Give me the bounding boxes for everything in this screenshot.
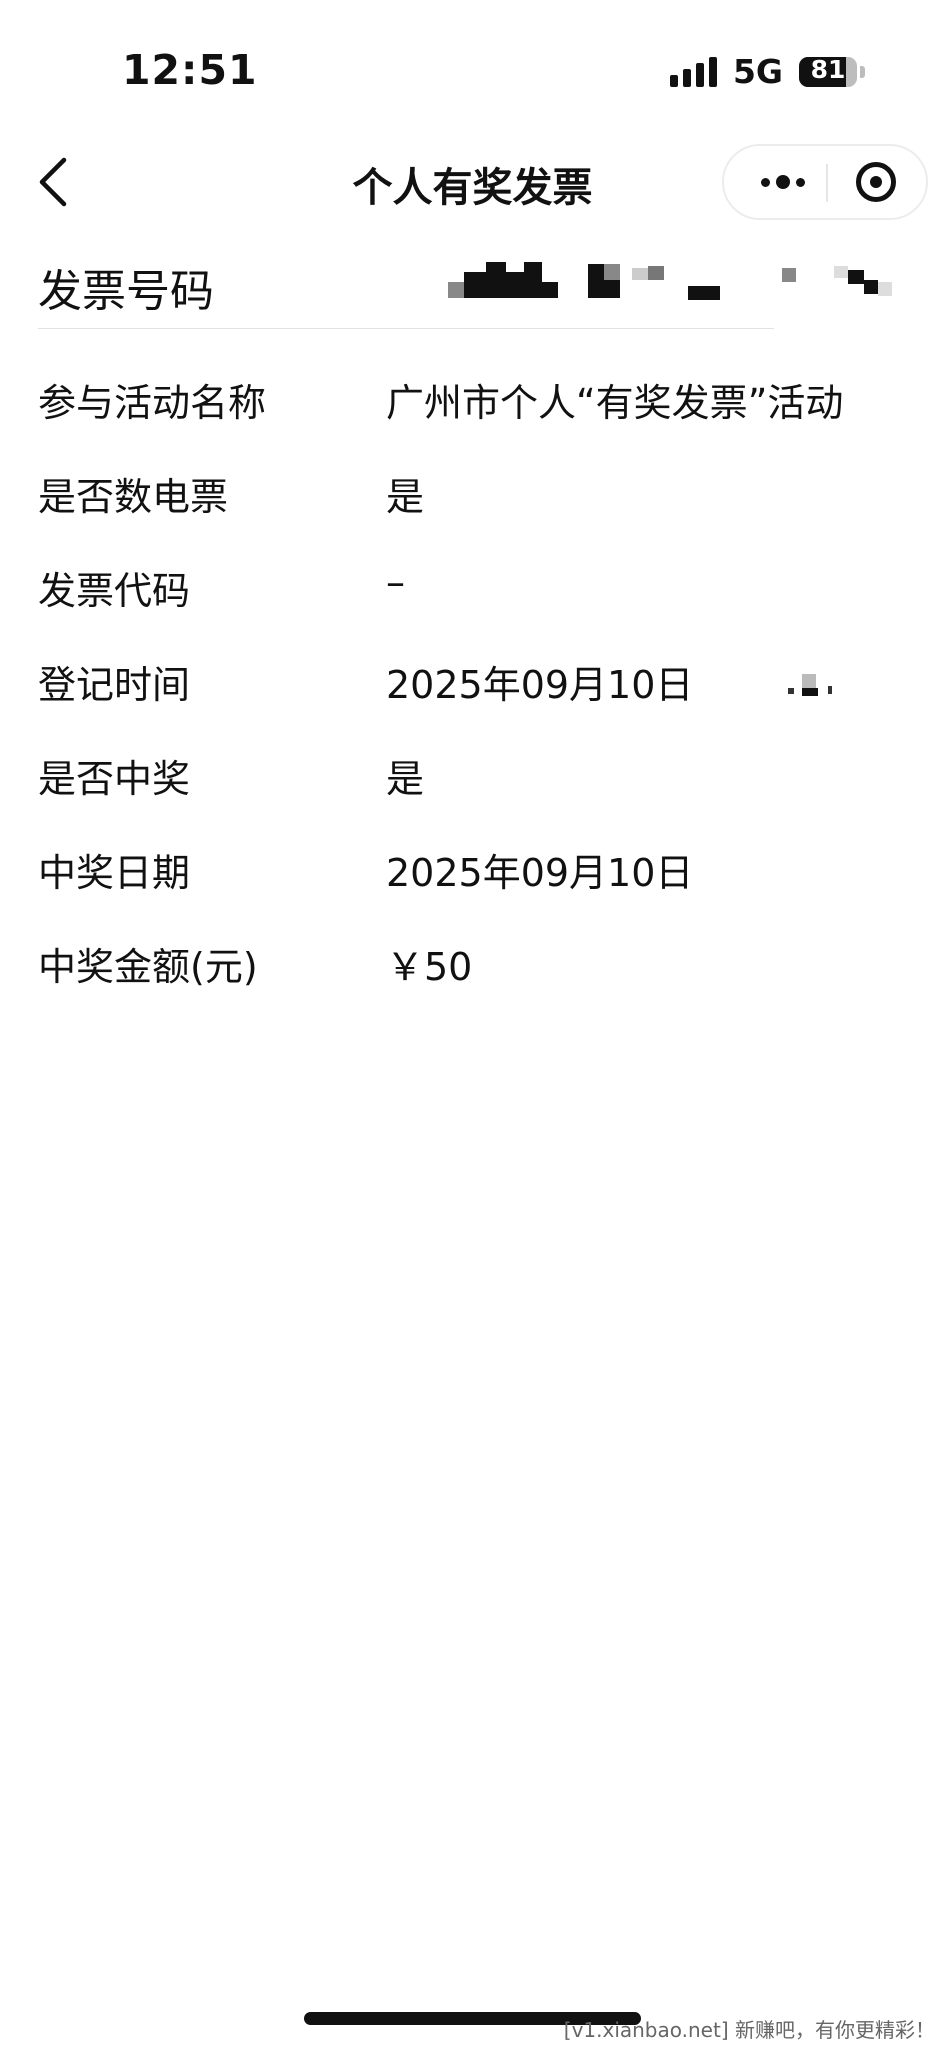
row-label: 发票代码 bbox=[38, 569, 191, 613]
row-label: 中奖日期 bbox=[38, 851, 191, 895]
battery-level: 81 bbox=[810, 56, 846, 84]
row-label: 参与活动名称 bbox=[38, 381, 267, 425]
invoice-number-label: 发票号码 bbox=[38, 266, 214, 317]
status-indicators: 5G 81 bbox=[669, 52, 865, 91]
watermark: [v1.xianbao.net] 新赚吧，有你更精彩！ bbox=[563, 2018, 935, 2042]
status-time: 12:51 bbox=[122, 46, 258, 94]
detail-row-e-invoice: 是否数电票 是 bbox=[38, 466, 925, 526]
detail-row-win-date: 中奖日期 2025年09月10日 bbox=[38, 842, 925, 902]
target-icon bbox=[870, 176, 882, 188]
more-dots-icon bbox=[761, 177, 770, 187]
detail-row-is-winner: 是否中奖 是 bbox=[38, 748, 925, 808]
invoice-number-redacted bbox=[440, 260, 910, 310]
row-value: 2025年09月10日 bbox=[386, 663, 694, 707]
network-type: 5G bbox=[732, 52, 783, 91]
battery-icon: 81 bbox=[799, 56, 857, 87]
detail-row-register-time: 登记时间 2025年09月10日 bbox=[38, 654, 925, 714]
detail-row-activity: 参与活动名称 广州市个人“有奖发票”活动 bbox=[38, 372, 925, 432]
detail-row-prize-amount: 中奖金额(元) ￥50 bbox=[38, 936, 925, 996]
close-mini-program-button[interactable] bbox=[856, 162, 896, 202]
capsule-divider bbox=[826, 164, 828, 202]
divider bbox=[38, 328, 774, 329]
battery-cap bbox=[860, 65, 865, 78]
row-value: – bbox=[386, 560, 405, 604]
row-label: 中奖金额(元) bbox=[38, 945, 258, 989]
row-value: 2025年09月10日 bbox=[386, 851, 694, 895]
row-value: 是 bbox=[386, 757, 425, 801]
row-label: 是否中奖 bbox=[38, 757, 191, 801]
row-label: 是否数电票 bbox=[38, 475, 229, 519]
row-value: 是 bbox=[386, 475, 425, 519]
mini-program-capsule bbox=[722, 144, 928, 220]
row-label: 登记时间 bbox=[38, 663, 191, 707]
cellular-signal-icon bbox=[669, 56, 717, 87]
detail-row-invoice-code: 发票代码 – bbox=[38, 560, 925, 620]
row-value: 广州市个人“有奖发票”活动 bbox=[386, 381, 844, 425]
more-button[interactable] bbox=[750, 146, 816, 218]
row-value: ￥50 bbox=[386, 945, 473, 989]
